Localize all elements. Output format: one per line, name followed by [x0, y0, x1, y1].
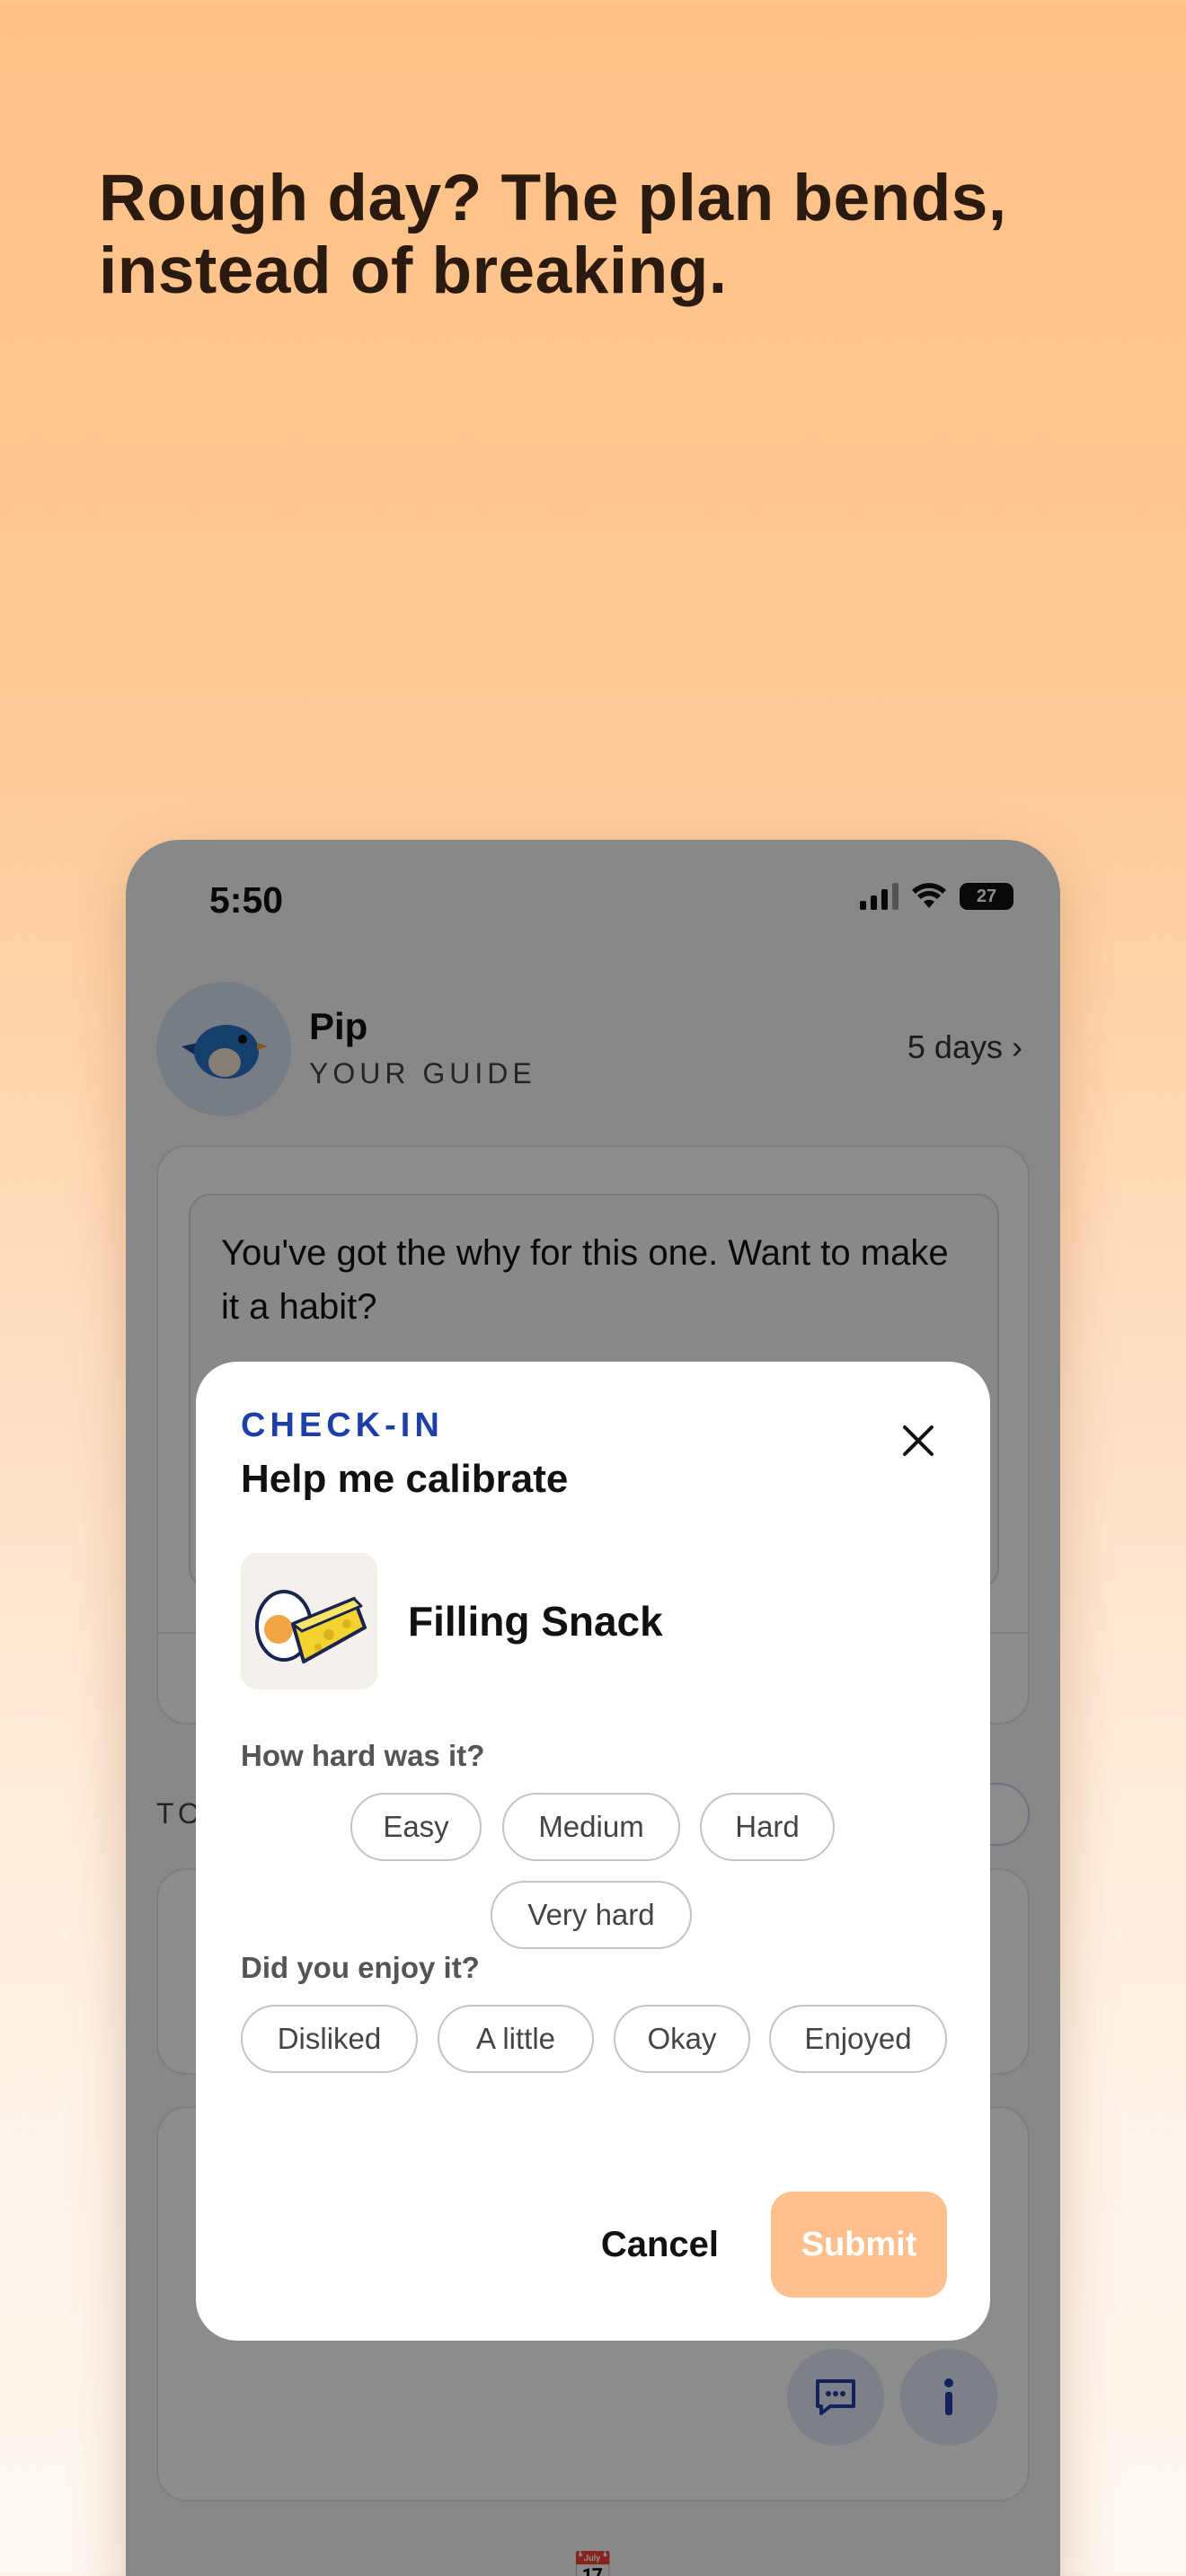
difficulty-option-easy[interactable]: Easy [350, 1793, 482, 1861]
item-name: Filling Snack [408, 1598, 663, 1645]
difficulty-option-hard[interactable]: Hard [700, 1793, 835, 1861]
cancel-button[interactable]: Cancel [601, 2225, 719, 2265]
difficulty-option-medium[interactable]: Medium [502, 1793, 680, 1861]
habit-item: Filling Snack [241, 1553, 663, 1689]
enjoy-option-enjoyed[interactable]: Enjoyed [769, 2005, 947, 2073]
difficulty-question: How hard was it? [241, 1739, 485, 1772]
egg-and-cheese-icon [255, 1590, 367, 1663]
modal-actions: Cancel Submit [601, 2192, 947, 2298]
snack-thumbnail [241, 1553, 377, 1689]
enjoy-option-disliked[interactable]: Disliked [241, 2005, 418, 2073]
enjoy-question: Did you enjoy it? [241, 1951, 480, 1984]
difficulty-option-very-hard[interactable]: Very hard [491, 1881, 692, 1949]
enjoy-option-okay[interactable]: Okay [614, 2005, 750, 2073]
close-icon [903, 1425, 934, 1456]
close-button[interactable] [891, 1414, 945, 1468]
modal-eyebrow: CHECK-IN [241, 1407, 444, 1444]
enjoy-option-a-little[interactable]: A little [438, 2005, 594, 2073]
modal-title: Help me calibrate [241, 1457, 569, 1501]
submit-button[interactable]: Submit [771, 2192, 947, 2298]
check-in-modal: CHECK-IN Help me calibrate Filling Snack… [196, 1362, 990, 2341]
marketing-headline: Rough day? The plan bends, instead of br… [99, 162, 1007, 307]
